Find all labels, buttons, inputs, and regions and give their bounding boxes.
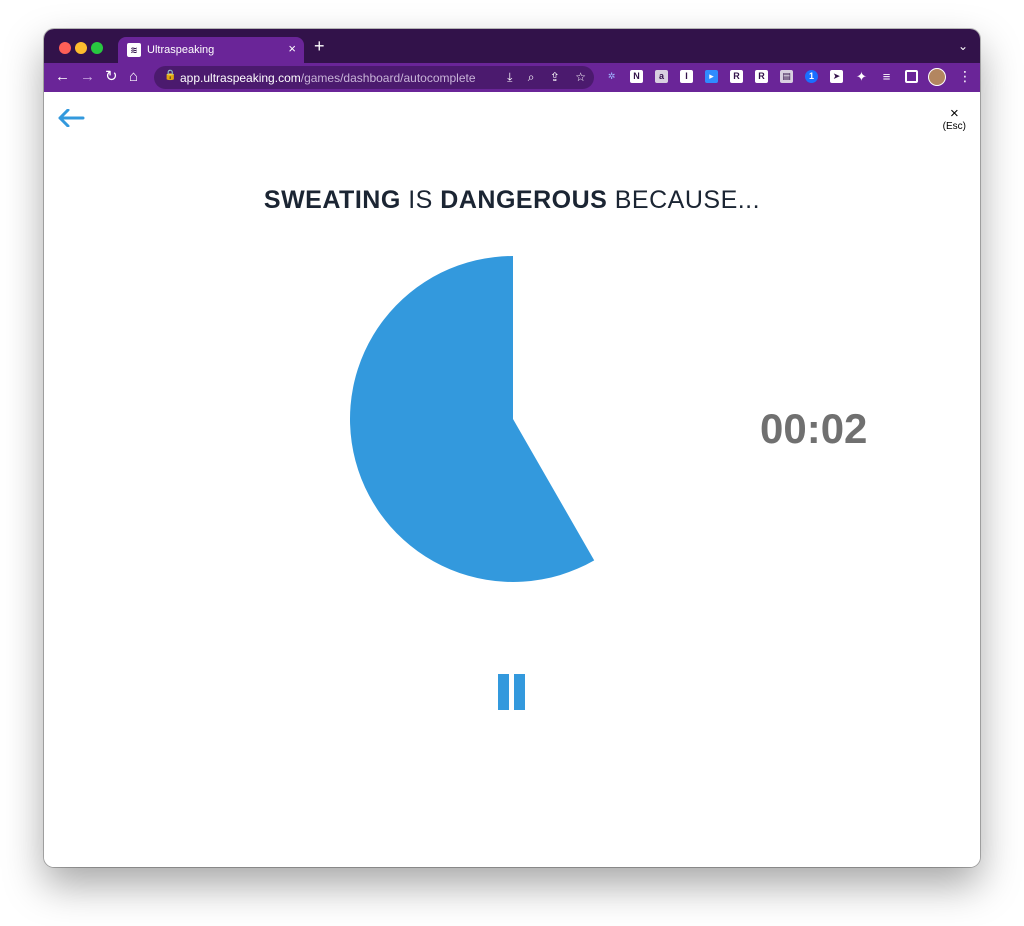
share-icon[interactable]: ⇪ xyxy=(550,70,560,84)
prompt-word-2: DANGEROUS xyxy=(440,186,608,214)
browser-window: ≋ Ultraspeaking × + ⌄ ← → ↻ ⌂ 🔒 app.ultr… xyxy=(44,29,980,867)
notion-ext-icon[interactable]: N xyxy=(630,70,643,83)
pause-icon xyxy=(498,674,509,710)
ultraspeaking-favicon-icon: ≋ xyxy=(127,43,141,57)
zoom-icon[interactable]: ⌕ xyxy=(528,70,535,84)
prompt-end: BECAUSE... xyxy=(607,186,761,214)
prompt-word-1: SWEATING xyxy=(263,186,401,214)
home-button[interactable]: ⌂ xyxy=(129,68,138,86)
prompt-title: SWEATING IS DANGEROUS BECAUSE... xyxy=(44,186,980,215)
ext-icon[interactable]: a xyxy=(655,70,668,83)
reader-ext-icon[interactable]: R xyxy=(755,70,768,83)
onepassword-ext-icon[interactable]: 1 xyxy=(805,70,818,83)
tab-title: Ultraspeaking xyxy=(147,44,215,56)
video-ext-icon[interactable]: ▸ xyxy=(705,70,718,83)
ext-icon[interactable]: ▤ xyxy=(780,70,793,83)
puzzle-ext-icon[interactable]: ✦ xyxy=(855,70,868,83)
pause-button[interactable] xyxy=(498,674,526,710)
sidepanel-ext-icon[interactable] xyxy=(905,70,918,83)
esc-label: (Esc) xyxy=(942,121,966,132)
install-app-icon[interactable]: ⤓ xyxy=(507,70,512,84)
tab-strip: ≋ Ultraspeaking × + ⌄ xyxy=(44,29,980,63)
exit-button[interactable]: × (Esc) xyxy=(942,105,966,133)
profile-avatar[interactable] xyxy=(928,68,946,86)
timer-pie-chart xyxy=(349,256,595,582)
minimize-window-button[interactable] xyxy=(75,42,87,54)
maximize-window-button[interactable] xyxy=(91,42,103,54)
lock-icon: 🔒 xyxy=(164,70,177,81)
close-window-button[interactable] xyxy=(59,42,71,54)
tab-ultraspeaking[interactable]: ≋ Ultraspeaking × xyxy=(118,37,304,63)
prompt-mid: IS xyxy=(400,186,441,214)
bookmark-star-icon[interactable]: ☆ xyxy=(575,70,586,84)
tab-close-icon[interactable]: × xyxy=(288,42,296,56)
url-host: app.ultraspeaking.com xyxy=(180,71,301,85)
playlist-ext-icon[interactable]: ≡ xyxy=(880,70,893,83)
browser-menu-icon[interactable]: ⋮ xyxy=(958,68,972,85)
readwise-ext-icon[interactable]: R xyxy=(730,70,743,83)
timer-display: 00:02 xyxy=(760,405,868,452)
browser-toolbar: ← → ↻ ⌂ 🔒 app.ultraspeaking.com/games/da… xyxy=(44,63,980,92)
gear-ext-icon[interactable]: ✲ xyxy=(605,70,618,83)
url-path: /games/dashboard/autocomplete xyxy=(300,71,476,85)
reload-button[interactable]: ↻ xyxy=(105,68,118,86)
tab-search-chevron-icon[interactable]: ⌄ xyxy=(958,39,968,53)
new-tab-button[interactable]: + xyxy=(314,36,325,56)
game-page: × (Esc) SWEATING IS DANGEROUS BECAUSE...… xyxy=(44,92,980,867)
address-bar[interactable]: 🔒 app.ultraspeaking.com/games/dashboard/… xyxy=(154,66,594,89)
back-arrow-icon[interactable] xyxy=(57,109,85,127)
instapaper-ext-icon[interactable]: I xyxy=(680,70,693,83)
send-ext-icon[interactable]: ➤ xyxy=(830,70,843,83)
timer-pie-slice xyxy=(349,256,595,582)
close-icon: × xyxy=(949,105,959,122)
forward-button[interactable]: → xyxy=(80,68,95,86)
back-button[interactable]: ← xyxy=(55,68,70,86)
